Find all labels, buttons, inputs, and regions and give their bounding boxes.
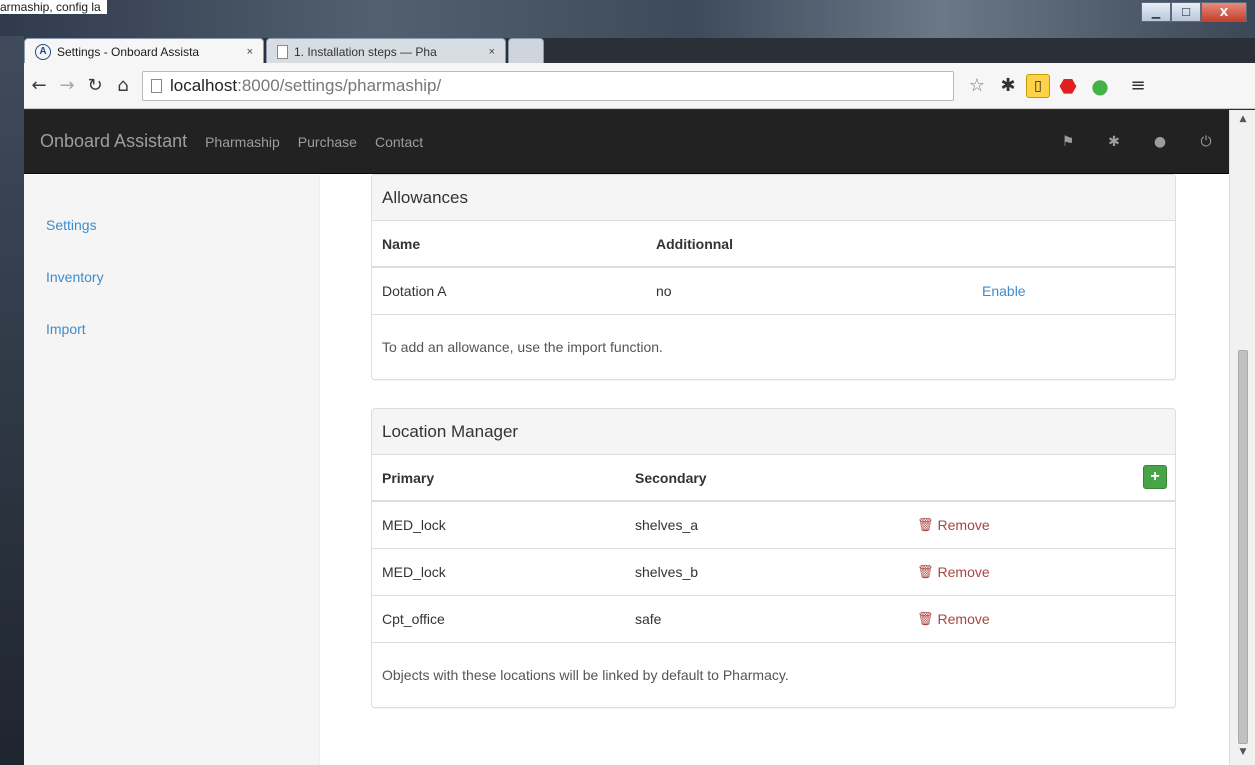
scroll-thumb[interactable] [1238,350,1248,744]
url-host: localhost [170,75,238,95]
location-primary: MED_lock [382,564,446,580]
table-row: Cpt_office safe 🗑 Remove [372,596,1175,643]
trash-icon: 🗑 [917,564,934,580]
table-row: MED_lock shelves_b 🗑 Remove [372,549,1175,596]
forward-arrow-icon[interactable]: → [54,73,80,99]
top-navbar: Onboard Assistant Pharmaship Purchase Co… [24,110,1229,174]
location-primary: Cpt_office [382,611,445,627]
sidebar-item-inventory[interactable]: Inventory [46,269,104,285]
table-row: MED_lock shelves_a 🗑 Remove [372,502,1175,549]
gear-icon[interactable]: ✱ [1091,134,1137,150]
minimize-button[interactable]: ▁ [1141,2,1171,22]
sidebar-item-import[interactable]: Import [46,321,86,337]
table-row: Dotation A no Enable [372,268,1175,315]
tab-label: Settings - Onboard Assista [57,44,200,59]
allowances-panel: Allowances Name Additionnal Dotation A n… [371,174,1176,380]
table-header: Name Additionnal [372,221,1175,268]
power-icon[interactable]: ⏻ [1183,134,1229,150]
page-icon [151,78,162,93]
nav-link-purchase[interactable]: Purchase [298,134,357,150]
flag-icon[interactable]: ⚑ [1045,134,1091,150]
address-bar[interactable]: localhost:8000/settings/pharmaship/ [142,70,954,101]
navbar-icons: ⚑ ✱ ● ⏻ [1045,110,1229,174]
reload-icon[interactable]: ↻ [82,73,108,99]
tab-strip: A Settings - Onboard Assista × 1. Instal… [24,36,546,64]
extension-leaf-icon[interactable]: ● [1086,72,1114,100]
column-header-secondary: Secondary [635,470,707,486]
favicon-a-icon: A [35,43,51,60]
remove-label: Remove [937,611,990,627]
new-tab-button[interactable] [508,38,544,64]
browser-window: armaship, config la ▁ ☐ X A Settings - O… [0,0,1255,765]
brand-link[interactable]: Onboard Assistant [40,131,187,152]
location-secondary: safe [635,611,662,627]
window-controls: ▁ ☐ X [1141,2,1247,22]
allowance-name: Dotation A [382,283,447,299]
add-location-button[interactable]: + [1143,465,1167,489]
trash-icon: 🗑 [917,611,934,627]
bookmark-star-icon[interactable]: ☆ [964,75,990,96]
location-primary: MED_lock [382,517,446,533]
extension-stop-icon[interactable]: ⬣ [1054,72,1082,100]
desktop-background [0,36,24,765]
user-icon[interactable]: ● [1137,134,1183,150]
title-snippet: armaship, config la [0,0,107,14]
location-secondary: shelves_a [635,517,699,533]
extension-phone-icon[interactable]: ▯ [1026,73,1050,98]
sidebar: Settings Inventory Import [24,175,320,765]
page-content: Onboard Assistant Pharmaship Purchase Co… [24,110,1229,765]
remove-label: Remove [937,517,990,533]
tab-settings[interactable]: A Settings - Onboard Assista × [24,38,264,64]
back-arrow-icon[interactable]: ← [26,73,52,99]
tab-installation-steps[interactable]: 1. Installation steps — Pha × [266,38,506,64]
trash-icon: 🗑 [917,517,934,533]
remove-button[interactable]: 🗑 Remove [917,502,990,548]
remove-button[interactable]: 🗑 Remove [917,549,990,595]
window-titlebar [0,0,1255,38]
panel-title: Allowances [372,175,1175,221]
browser-toolbar: ← → ↻ ⌂ localhost:8000/settings/pharmash… [24,63,1255,109]
nav-link-contact[interactable]: Contact [375,134,423,150]
panel-footer-note: To add an allowance, use the import func… [382,339,663,355]
page-icon [277,44,288,59]
close-window-button[interactable]: X [1201,2,1247,22]
column-header-name: Name [382,236,421,252]
allowance-additional: no [656,283,672,299]
extension-gear-icon[interactable]: ✱ [994,72,1022,100]
remove-label: Remove [937,564,990,580]
column-header-primary: Primary [382,470,435,486]
panel-footer-note: Objects with these locations will be lin… [382,667,789,683]
nav-link-pharmaship[interactable]: Pharmaship [205,134,280,150]
page-scrollbar[interactable]: ▲ ▼ [1229,110,1255,765]
scroll-up-icon[interactable]: ▲ [1230,114,1255,124]
url-path: :8000/settings/pharmaship/ [237,75,442,95]
location-secondary: shelves_b [635,564,699,580]
panel-title: Location Manager [372,409,1175,455]
tab-label: 1. Installation steps — Pha [294,44,437,59]
home-icon[interactable]: ⌂ [110,73,136,99]
column-header-additional: Additionnal [656,236,733,252]
nav-links: Pharmaship Purchase Contact [205,134,441,150]
remove-button[interactable]: 🗑 Remove [917,596,990,642]
close-tab-icon[interactable]: × [489,46,495,58]
location-manager-panel: Location Manager Primary Secondary + MED… [371,408,1176,708]
scroll-down-icon[interactable]: ▼ [1230,747,1255,757]
close-tab-icon[interactable]: × [247,46,253,58]
maximize-button[interactable]: ☐ [1171,2,1201,22]
enable-link[interactable]: Enable [982,268,1026,314]
menu-icon[interactable]: ≡ [1124,72,1152,100]
table-header: Primary Secondary + [372,455,1175,502]
sidebar-item-settings[interactable]: Settings [46,217,97,233]
